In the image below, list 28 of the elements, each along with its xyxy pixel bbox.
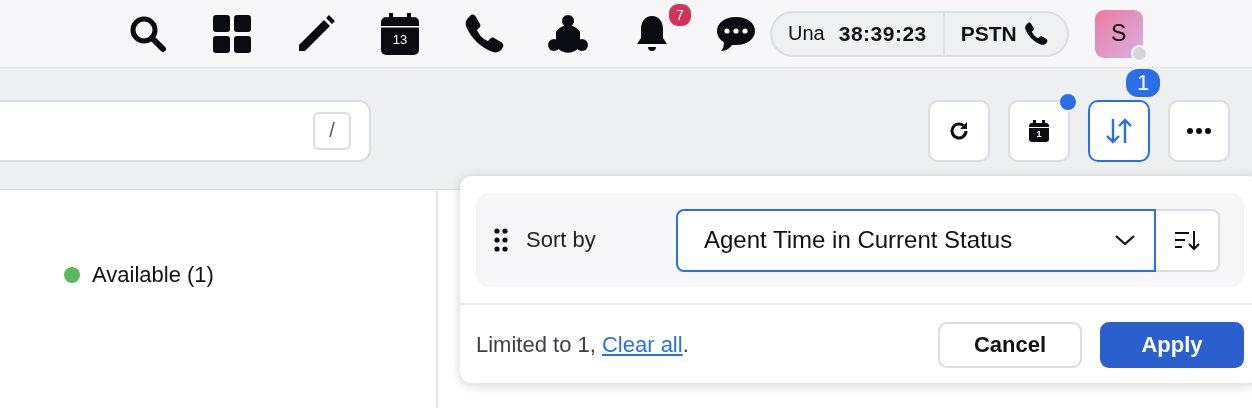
cancel-button[interactable]: Cancel [938,322,1082,368]
count-badge: 1 [1124,66,1162,99]
notification-badge: 7 [667,1,693,28]
calendar-date: 13 [391,32,409,47]
chevron-down-icon [1114,234,1136,246]
phone-icon [1022,20,1049,47]
sort-order-button[interactable] [1156,208,1220,272]
search-field[interactable]: / [0,99,371,162]
calendar-date: 1 [1035,128,1043,139]
limit-note: Limited to 1, Clear all. [476,332,689,358]
drag-handle-icon[interactable] [494,228,508,252]
sort-field-dropdown[interactable]: Agent Time in Current Status [676,208,1156,272]
calendar-button[interactable]: 1 [1008,99,1070,162]
bell-icon[interactable] [637,15,667,52]
status-pill[interactable]: Una 38:39:23 PSTN [770,10,1069,57]
line-selector[interactable]: PSTN [944,12,1067,55]
apply-button[interactable]: Apply [1100,322,1244,368]
sort-button[interactable] [1088,99,1150,162]
sort-label: Sort by [526,227,597,253]
refresh-button[interactable] [928,99,990,162]
more-icon [1186,126,1212,135]
clear-all-link[interactable]: Clear all [601,332,683,357]
status-label: Una [787,22,825,45]
status-label: Available (1) [92,262,214,288]
shortcut-key: / [313,111,351,150]
status-timer: 38:39:23 [837,21,928,46]
sort-descending-icon [1173,228,1201,252]
more-button[interactable] [1168,99,1230,162]
